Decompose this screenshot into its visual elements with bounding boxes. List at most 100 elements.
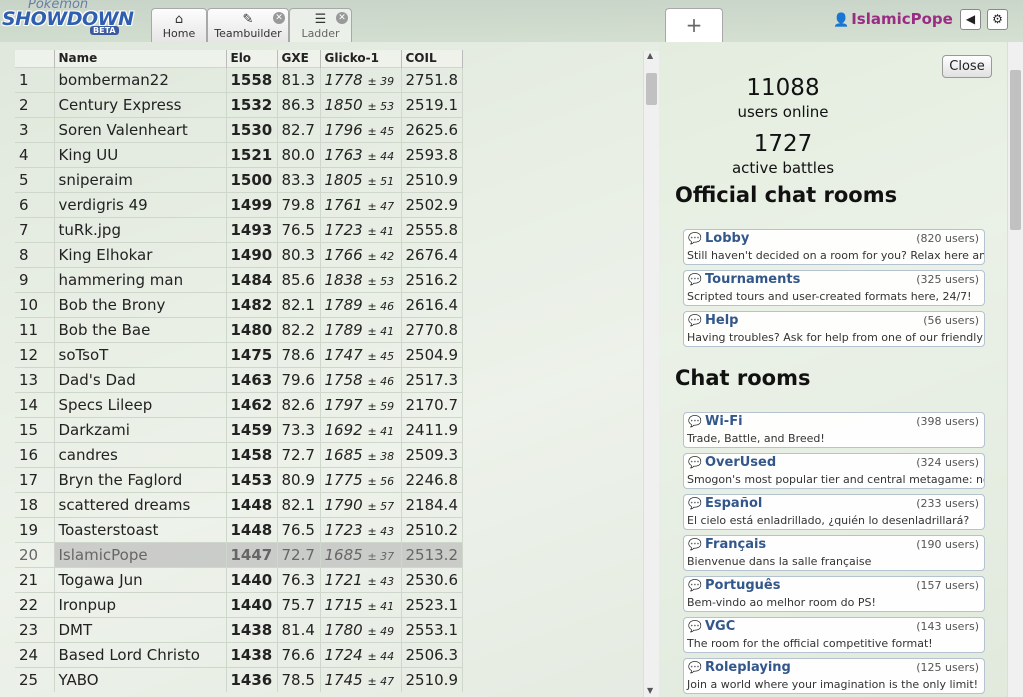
elo-cell: 1448 [226, 516, 278, 542]
player-name-cell[interactable]: YABO [54, 666, 227, 692]
room-card[interactable]: 💬 Tournaments (325 users) Scripted tours an… [683, 270, 985, 306]
rank-cell: 17 [15, 466, 55, 492]
table-row: 7 tuRk.jpg 1493 76.5 1723 ± 41 2555.8 [15, 216, 463, 242]
mute-button[interactable]: ◀ [960, 9, 981, 30]
gxe-cell: 83.3 [277, 166, 321, 192]
rank-cell: 11 [15, 316, 55, 342]
player-name-cell[interactable]: candres [54, 441, 227, 467]
close-tab-icon[interactable]: ✕ [336, 12, 348, 24]
player-name-cell[interactable]: Specs Lileep [54, 391, 227, 417]
room-user-count: (233 users) [916, 497, 979, 510]
player-name-cell[interactable]: Toasterstoast [54, 516, 227, 542]
room-card[interactable]: 💬 Help (56 users) Having troubles? Ask for … [683, 311, 985, 347]
player-name-cell[interactable]: tuRk.jpg [54, 216, 227, 242]
showdown-logo[interactable]: Pokémon SHOWDOWN BETA [2, 0, 148, 40]
tab-home-label: Home [162, 27, 196, 40]
glicko-rating: 1778 [324, 70, 363, 89]
table-row: 5 sniperaim 1500 83.3 1805 ± 51 2510.9 [15, 166, 463, 192]
player-name-cell[interactable]: verdigris 49 [54, 191, 227, 217]
player-name-cell[interactable]: Togawa Jun [54, 566, 227, 592]
player-name-cell[interactable]: Bryn the Faglord [54, 466, 227, 492]
glicko-rating: 1715 [324, 595, 363, 614]
users-online-count: 11088 [746, 75, 820, 101]
col-name[interactable]: Name [54, 50, 227, 67]
room-card[interactable]: 💬 Français (190 users) Bienvenue dans la sa… [683, 535, 985, 571]
room-name[interactable]: OverUsed [705, 455, 776, 470]
gxe-cell: 80.3 [277, 241, 321, 267]
coil-cell: 2593.8 [401, 141, 463, 167]
room-user-count: (125 users) [916, 661, 979, 674]
col-glicko[interactable]: Glicko-1 [320, 50, 402, 67]
room-name[interactable]: Português [705, 578, 780, 593]
tab-teambuilder[interactable]: ✎ Teambuilder ✕ [207, 8, 289, 42]
player-name-cell[interactable]: Based Lord Christo [54, 641, 227, 667]
glicko-deviation: ± 41 [367, 324, 395, 338]
close-button[interactable]: Close [942, 55, 992, 78]
rank-cell: 3 [15, 116, 55, 142]
room-card[interactable]: 💬 Português (157 users) Bem-vindo ao melhor… [683, 576, 985, 612]
close-tab-icon[interactable]: ✕ [273, 12, 285, 24]
elo-cell: 1438 [226, 641, 278, 667]
room-name[interactable]: VGC [705, 619, 735, 634]
new-tab-button[interactable]: + [665, 8, 723, 42]
player-name-cell[interactable]: Bob the Brony [54, 291, 227, 317]
glicko-deviation: ± 42 [367, 249, 395, 263]
player-name-cell[interactable]: bomberman22 [54, 66, 227, 92]
options-button[interactable]: ⚙ [987, 9, 1008, 30]
room-name[interactable]: Help [705, 313, 738, 328]
player-name-cell[interactable]: Soren Valenheart [54, 116, 227, 142]
player-name-cell[interactable]: King UU [54, 141, 227, 167]
coil-cell: 2616.4 [401, 291, 463, 317]
gxe-cell: 82.7 [277, 116, 321, 142]
room-name[interactable]: Tournaments [705, 272, 800, 287]
rooms-scrollbar[interactable] [1007, 42, 1023, 697]
coil-cell: 2523.1 [401, 591, 463, 617]
rank-cell: 24 [15, 641, 55, 667]
room-name[interactable]: Lobby [705, 231, 749, 246]
user-menu[interactable]: 👤 IslamicPope [833, 10, 953, 28]
gxe-cell: 82.6 [277, 391, 321, 417]
scroll-down-icon[interactable]: ▼ [647, 686, 653, 695]
col-elo[interactable]: Elo [226, 50, 278, 67]
player-name-cell[interactable]: soTsoT [54, 341, 227, 367]
elo-cell: 1447 [226, 541, 278, 567]
gxe-cell: 76.6 [277, 641, 321, 667]
scroll-up-icon[interactable]: ▲ [647, 51, 653, 60]
player-name-cell[interactable]: Dad's Dad [54, 366, 227, 392]
room-name[interactable]: Français [705, 537, 766, 552]
tab-home[interactable]: ⌂ Home [151, 8, 207, 42]
room-card[interactable]: 💬 Lobby (820 users) Still haven't decided o… [683, 229, 985, 265]
coil-cell: 2510.9 [401, 666, 463, 692]
player-name-cell[interactable]: scattered dreams [54, 491, 227, 517]
gxe-cell: 81.3 [277, 66, 321, 92]
col-gxe[interactable]: GXE [277, 50, 321, 67]
room-card[interactable]: 💬 Wi-Fi (398 users) Trade, Battle, and Bree… [683, 412, 985, 448]
room-name[interactable]: Español [705, 496, 762, 511]
room-card[interactable]: 💬 OverUsed (324 users) Smogon's most popula… [683, 453, 985, 489]
room-name[interactable]: Roleplaying [705, 660, 791, 675]
gxe-cell: 76.5 [277, 516, 321, 542]
room-card[interactable]: 💬 Roleplaying (125 users) Join a world wher… [683, 658, 985, 694]
glicko-cell: 1721 ± 43 [320, 566, 402, 592]
room-card[interactable]: 💬 Español (233 users) El cielo está enladri… [683, 494, 985, 530]
player-name-cell[interactable]: IslamicPope [54, 541, 227, 567]
player-name-cell[interactable]: Century Express [54, 91, 227, 117]
ladder-scrollbar[interactable]: ▲ ▼ [643, 51, 659, 697]
room-user-count: (143 users) [916, 620, 979, 633]
player-name-cell[interactable]: Bob the Bae [54, 316, 227, 342]
table-row: 15 Darkzami 1459 73.3 1692 ± 41 2411.9 [15, 416, 463, 442]
scroll-thumb[interactable] [646, 73, 657, 105]
player-name-cell[interactable]: King Elhokar [54, 241, 227, 267]
gxe-cell: 79.6 [277, 366, 321, 392]
player-name-cell[interactable]: DMT [54, 616, 227, 642]
room-name[interactable]: Wi-Fi [705, 414, 743, 429]
col-coil[interactable]: COIL [401, 50, 463, 67]
room-card[interactable]: 💬 VGC (143 users) The room for the official… [683, 617, 985, 653]
elo-cell: 1475 [226, 341, 278, 367]
player-name-cell[interactable]: Ironpup [54, 591, 227, 617]
player-name-cell[interactable]: sniperaim [54, 166, 227, 192]
tab-ladder[interactable]: ☰ Ladder ✕ [289, 8, 352, 42]
player-name-cell[interactable]: Darkzami [54, 416, 227, 442]
scroll-thumb[interactable] [1010, 70, 1021, 230]
player-name-cell[interactable]: hammering man [54, 266, 227, 292]
